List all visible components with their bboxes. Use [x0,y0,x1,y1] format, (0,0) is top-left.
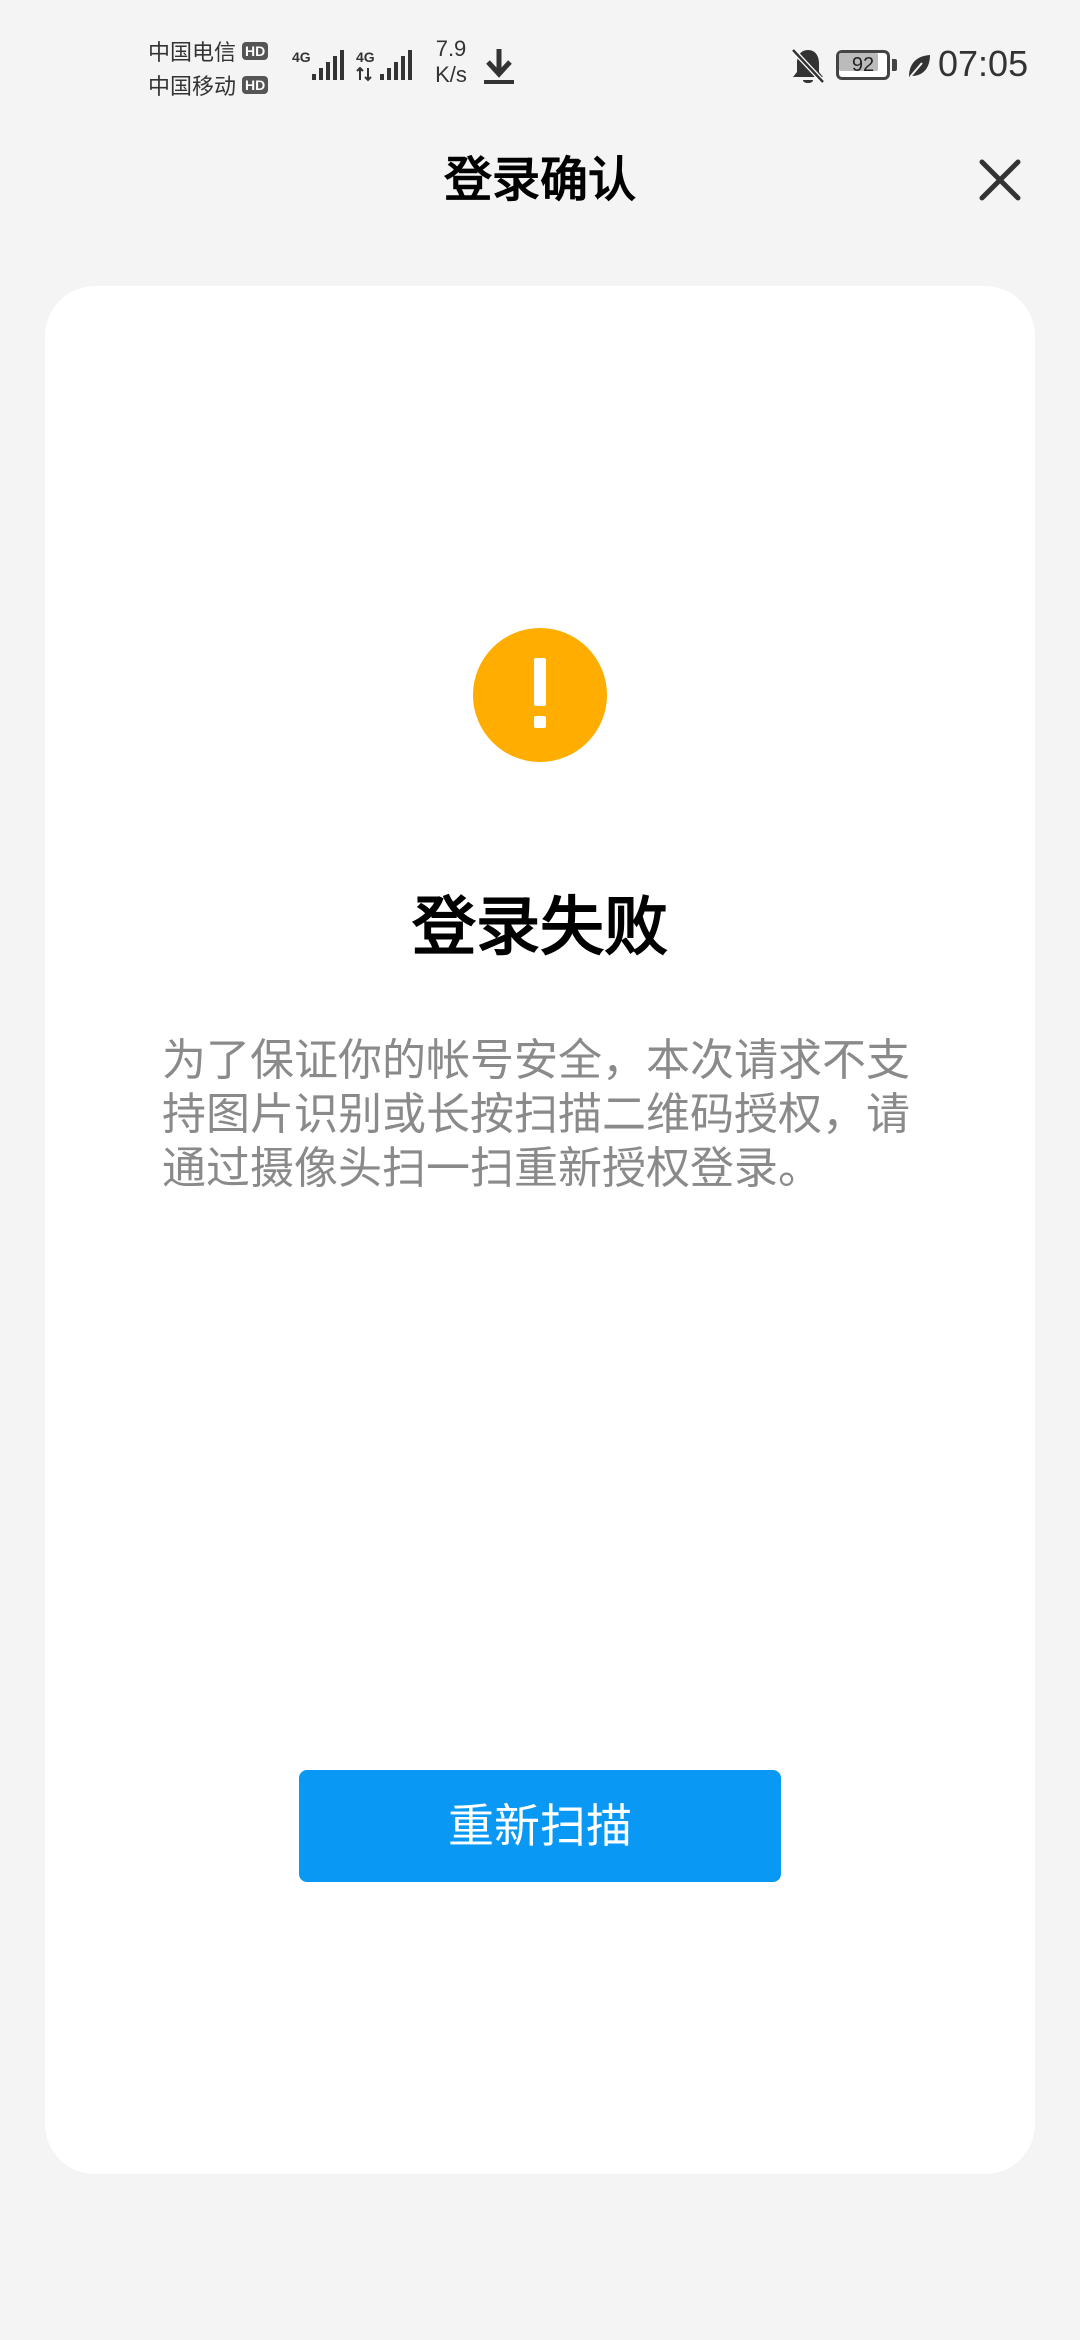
result-message: 为了保证你的帐号安全，本次请求不支持图片识别或长按扫描二维码授权，请通过摄像头扫… [162,1035,910,1194]
page-title: 登录确认 [443,152,636,208]
carrier-row: 中国电信 HD [148,34,288,68]
result-title: 登录失败 [412,891,668,965]
signal-strength-icon: 4G [292,44,348,84]
carrier-list: 中国电信 HD 中国移动 HD [148,34,288,102]
download-icon [482,46,516,90]
hd-badge: HD [242,76,269,94]
carrier-row: 中国移动 HD [148,68,288,102]
status-bar: 中国电信 HD 中国移动 HD 4G 4G 7.9 K/s 92 07:05 [0,0,1080,130]
bell-off-icon [790,46,826,90]
network-speed: 7.9 K/s [426,36,476,88]
carrier-name: 中国移动 [148,75,237,100]
network-type-label: 4G [356,49,375,65]
warning-icon-bar [534,658,546,706]
header: 登录确认 [0,130,1080,230]
leaf-icon [906,52,932,84]
signal-strength-icon: 4G [356,44,416,84]
rescan-button[interactable]: 重新扫描 [299,1770,781,1882]
warning-icon-dot [534,716,546,728]
close-button[interactable] [970,150,1030,210]
network-type-label: 4G [292,49,311,65]
battery-level: 92 [851,54,875,76]
network-speed-value: 7.9 [435,36,467,61]
battery-tip [892,59,897,71]
close-icon [979,159,1021,201]
carrier-name: 中国电信 [148,41,237,66]
battery-icon: 92 [836,50,898,82]
clock: 07:05 [938,43,1029,84]
warning-icon [473,628,607,762]
network-speed-unit: K/s [435,62,467,87]
hd-badge: HD [242,42,269,60]
result-card: 登录失败 为了保证你的帐号安全，本次请求不支持图片识别或长按扫描二维码授权，请通… [45,286,1035,2174]
